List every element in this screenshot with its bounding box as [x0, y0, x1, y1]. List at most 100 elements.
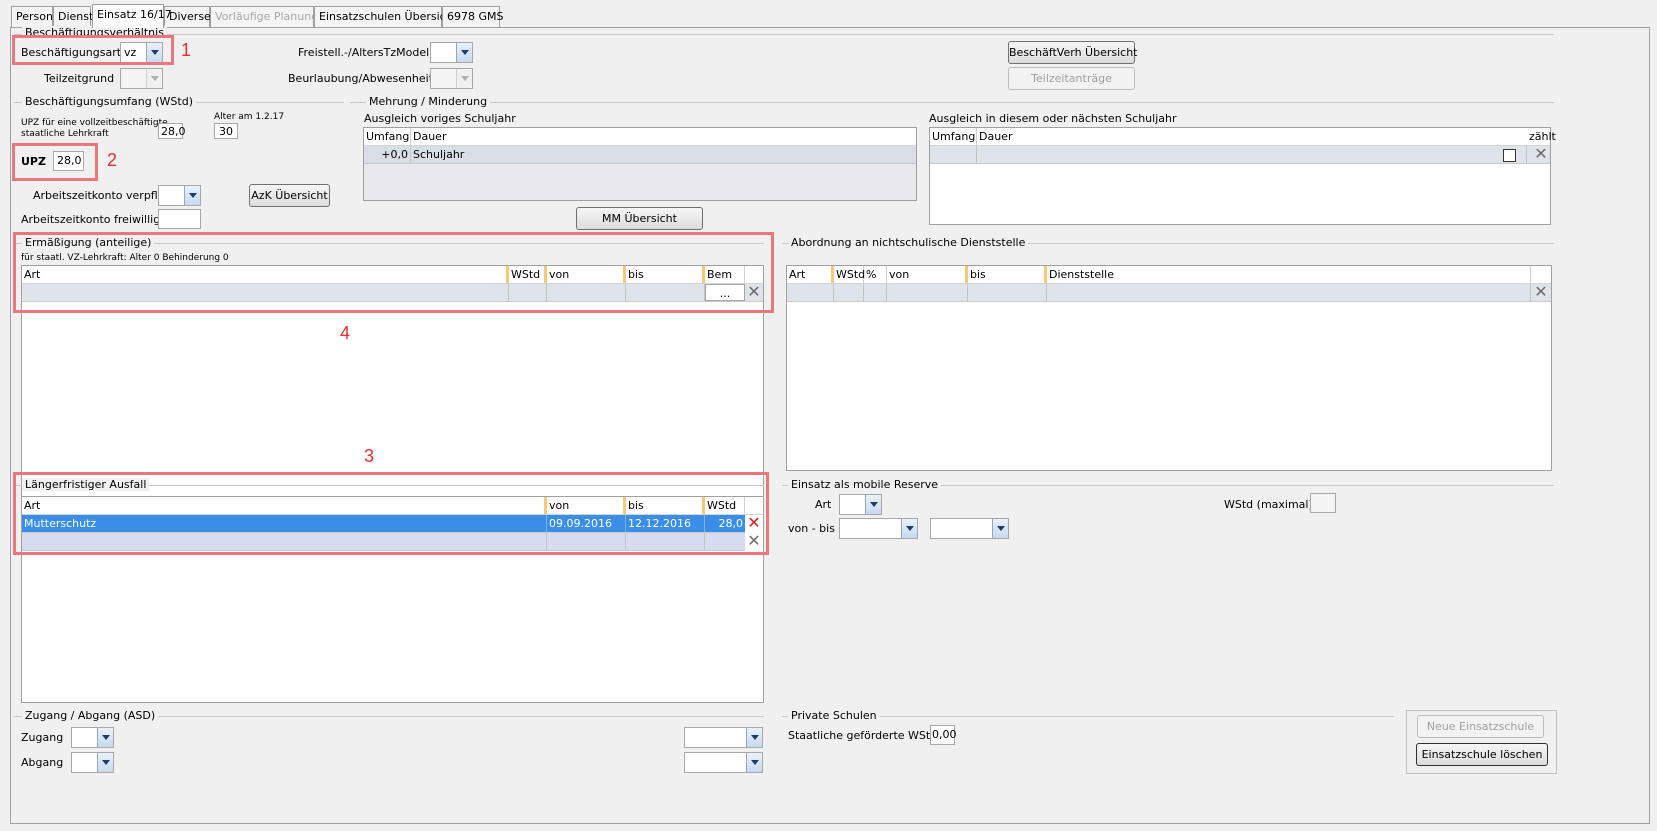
section-title-abordnung: Abordnung an nichtschulische Dienststell… — [788, 236, 1029, 249]
tab-dienst[interactable]: Dienst — [53, 6, 93, 27]
annotation-number-3: 3 — [364, 446, 375, 466]
section-title-umfang: Beschäftigungsumfang (WStd) — [22, 95, 196, 108]
chevron-down-icon — [456, 69, 472, 88]
reserve-art-select[interactable] — [839, 494, 882, 515]
chevron-down-icon[interactable] — [746, 728, 762, 747]
zugang-label: Zugang — [21, 731, 64, 744]
table-row[interactable] — [930, 146, 1550, 164]
chevron-down-icon[interactable] — [746, 753, 762, 772]
tab-einsatz[interactable]: Einsatz 16/17 — [92, 4, 172, 28]
cell-dauer: Schuljahr — [413, 148, 465, 161]
section-title-mehrung: Mehrung / Minderung — [366, 95, 491, 108]
beurlaubung-select — [430, 68, 473, 89]
chevron-down-icon[interactable] — [97, 753, 113, 772]
ausgleich-naechst-grid: Umfang Dauer zählt ✕ — [929, 127, 1556, 225]
grid-header: Umfang Dauer zählt — [930, 128, 1556, 146]
beurlaubung-label: Beurlaubung/Abwesenheit — [288, 72, 434, 85]
abgang-date-select[interactable] — [684, 752, 763, 773]
chevron-down-icon[interactable] — [865, 495, 881, 514]
col-bis: bis — [968, 266, 1047, 283]
azk-uebersicht-button[interactable]: AzK Übersicht — [249, 184, 330, 207]
x-icon[interactable]: ✕ — [1533, 146, 1549, 163]
cell-bis[interactable] — [968, 284, 1047, 301]
von-bis-label: von - bis — [788, 522, 835, 535]
col-percent: % — [864, 266, 887, 283]
cell-dienststelle[interactable] — [1047, 284, 1531, 301]
cell-umfang: +0,0 — [364, 146, 411, 163]
annotation-number-4: 4 — [340, 323, 351, 343]
zugang-select[interactable] — [71, 727, 114, 748]
chevron-down-icon — [146, 69, 162, 88]
chevron-down-icon[interactable] — [901, 519, 917, 538]
einsatzschule-loeschen-button[interactable]: Einsatzschule löschen — [1416, 743, 1548, 766]
tab-person[interactable]: Person — [11, 6, 53, 27]
azk-verpfl-label: Arbeitszeitkonto verpfl. — [33, 189, 162, 202]
x-icon[interactable]: ✕ — [1533, 284, 1549, 301]
mm-uebersicht-button[interactable]: MM Übersicht — [576, 207, 703, 230]
annotation-box-3 — [13, 472, 769, 555]
abgang-label: Abgang — [21, 756, 64, 769]
ausgleich-vorjahr-label: Ausgleich voriges Schuljahr — [364, 112, 516, 125]
table-row[interactable]: +0,0 Schuljahr — [364, 146, 916, 164]
teilzeitgrund-label: Teilzeitgrund — [44, 72, 115, 85]
col-art: Art — [787, 266, 834, 283]
col-dienststelle: Dienststelle — [1047, 266, 1531, 283]
ausgleich-naechst-label: Ausgleich in diesem oder nächsten Schulj… — [929, 112, 1177, 125]
chevron-down-icon[interactable] — [456, 43, 472, 62]
alter-label: Alter am 1.2.17 — [214, 112, 285, 122]
abordnung-grid: Art WStd % von bis Dienststelle ✕ — [786, 265, 1552, 471]
azk-freiwillig-input[interactable] — [158, 209, 201, 229]
freistell-label: Freistell.-/AltersTzModell — [298, 46, 433, 59]
col-von: von — [887, 266, 968, 283]
teilzeitgrund-select — [120, 68, 163, 89]
upz-default-value: 28,0 — [158, 123, 186, 139]
annotation-box-1 — [12, 35, 174, 65]
chevron-down-icon[interactable] — [184, 186, 200, 205]
zaehlt-checkbox[interactable] — [1503, 149, 1516, 162]
section-title-zugang: Zugang / Abgang (ASD) — [22, 709, 159, 722]
table-row[interactable] — [787, 284, 1551, 302]
annotation-box-4 — [13, 232, 774, 313]
staatliche-wstd-input[interactable]: 0,00 — [930, 725, 957, 745]
upz-description: UPZ für eine vollzeitbeschäftigte, staat… — [21, 118, 171, 139]
freistell-select[interactable] — [430, 42, 473, 63]
tab-6978-gms[interactable]: 6978 GMS — [442, 6, 504, 27]
neue-einsatzschule-button: Neue Einsatzschule — [1417, 715, 1544, 738]
tab-einsatzschulen-uebersicht[interactable]: Einsatzschulen Übersicht — [314, 6, 457, 27]
tab-vorlaeufige-planung: Vorläufige Planung — [210, 6, 318, 27]
grid-header: Art WStd % von bis Dienststelle — [787, 266, 1551, 284]
cell-percent[interactable] — [864, 284, 887, 301]
cell-umfang[interactable] — [930, 146, 977, 163]
reserve-von-select[interactable] — [839, 518, 918, 539]
chevron-down-icon[interactable] — [97, 728, 113, 747]
alter-value: 30 — [214, 123, 238, 139]
annotation-number-1: 1 — [181, 40, 192, 60]
section-title-privat: Private Schulen — [788, 709, 880, 722]
group-line — [14, 34, 1554, 35]
azk-freiwillig-label: Arbeitszeitkonto freiwillig — [21, 213, 161, 226]
annotation-number-2: 2 — [107, 150, 118, 170]
beschaeftverh-uebersicht-button[interactable]: BeschäftVerh Übersicht — [1008, 41, 1137, 64]
col-umfang: Umfang — [366, 128, 411, 145]
annotation-box-2 — [12, 143, 98, 181]
section-title-reserve: Einsatz als mobile Reserve — [788, 478, 942, 491]
abgang-select[interactable] — [71, 752, 114, 773]
grid-header: Umfang Dauer — [364, 128, 916, 146]
cell-von[interactable] — [887, 284, 968, 301]
staatliche-wstd-label: Staatliche geförderte WStd — [788, 729, 938, 742]
reserve-bis-select[interactable] — [930, 518, 1009, 539]
col-dauer: Dauer — [413, 130, 447, 143]
zugang-date-select[interactable] — [684, 727, 763, 748]
col-wstd: WStd — [836, 266, 866, 283]
wstd-maximal-label: WStd (maximal) — [1224, 498, 1313, 511]
cell-dauer[interactable] — [977, 146, 1527, 163]
ausgleich-vorjahr-grid: Umfang Dauer +0,0 Schuljahr — [363, 127, 917, 201]
wstd-maximal-input — [1310, 493, 1336, 513]
reserve-art-label: Art — [815, 498, 832, 511]
chevron-down-icon[interactable] — [992, 519, 1008, 538]
azk-verpfl-select[interactable] — [158, 185, 201, 206]
col-zaehlt: zählt — [1529, 130, 1556, 143]
cell-art[interactable] — [787, 284, 834, 301]
cell-wstd[interactable] — [834, 284, 864, 301]
col-umfang: Umfang — [932, 128, 977, 145]
